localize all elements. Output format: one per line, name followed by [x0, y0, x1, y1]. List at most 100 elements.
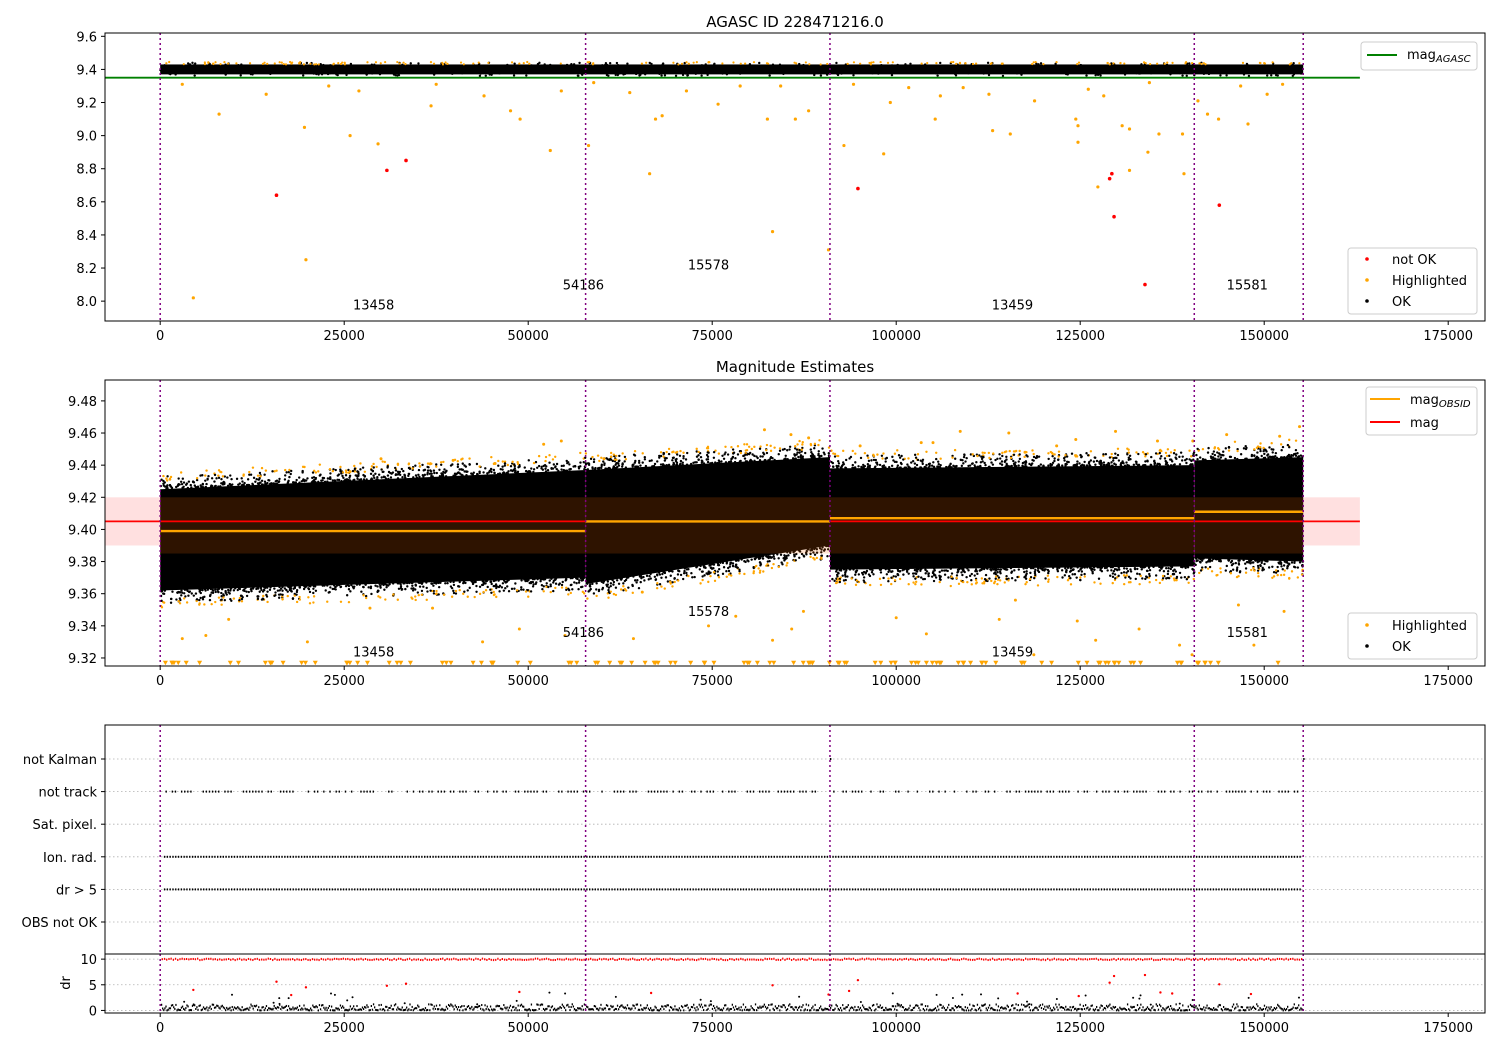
highlighted-point — [548, 148, 552, 153]
flag-point — [815, 855, 817, 858]
flag-point — [1072, 855, 1075, 858]
ok-point — [882, 65, 885, 69]
ok-point — [520, 586, 523, 589]
flag-point — [289, 790, 291, 793]
ok-point — [991, 463, 995, 466]
ok-point — [876, 463, 879, 466]
ok-point — [895, 70, 898, 73]
ok-point — [170, 486, 174, 490]
ok-point — [1242, 558, 1245, 562]
ok-point — [914, 466, 917, 469]
ok-point — [349, 590, 352, 593]
flag-point — [689, 855, 692, 858]
ok-point — [705, 458, 708, 461]
flag-point — [949, 855, 952, 858]
highlighted-point — [1219, 571, 1222, 574]
ok-point — [1174, 456, 1177, 459]
flag-point — [1078, 855, 1080, 858]
ok-point — [647, 578, 650, 581]
ok-point — [649, 572, 652, 576]
flag-point — [485, 855, 487, 858]
ok-point — [388, 583, 391, 586]
flag-point — [619, 855, 622, 858]
ok-point — [1236, 457, 1239, 461]
ok-point — [1219, 456, 1223, 459]
ok-point — [1283, 455, 1286, 459]
flag-point — [289, 855, 292, 858]
ok-point — [782, 72, 785, 76]
ok-point — [748, 459, 752, 463]
ok-point — [430, 582, 433, 585]
highlighted-point — [762, 570, 765, 573]
ok-point — [659, 454, 663, 458]
ok-point — [644, 70, 648, 74]
ok-point — [429, 589, 432, 592]
highlighted-point — [1158, 581, 1162, 585]
ok-point — [500, 586, 504, 589]
flag-point — [191, 888, 194, 891]
highlighted-point — [235, 62, 238, 65]
highlighted-point — [1263, 62, 1267, 65]
ok-point — [769, 69, 772, 73]
ok-point — [1058, 566, 1061, 569]
ok-point — [620, 66, 623, 69]
flag-point — [1068, 790, 1070, 793]
ok-point — [788, 445, 792, 448]
ok-point — [1246, 63, 1249, 66]
flag-point — [672, 790, 674, 793]
ok-point — [232, 589, 236, 592]
flag-point — [530, 790, 532, 793]
ok-point — [996, 65, 1000, 69]
ok-point — [722, 64, 725, 68]
ok-point — [672, 456, 675, 459]
flag-point — [1256, 790, 1259, 793]
ok-point — [554, 582, 558, 585]
highlighted-point — [1180, 132, 1185, 136]
ok-point — [525, 74, 528, 77]
flag-point — [186, 888, 188, 891]
flag-point — [1157, 790, 1160, 793]
flag-point — [406, 790, 409, 793]
obsid-label: 54186 — [563, 279, 604, 294]
ok-point — [777, 557, 780, 560]
flag-point — [1058, 855, 1061, 858]
ok-point — [799, 64, 803, 67]
flag-point — [242, 888, 244, 891]
highlighted-point — [695, 61, 698, 64]
flag-point — [700, 855, 703, 858]
flag-point — [272, 888, 275, 891]
highlighted-point — [673, 580, 676, 584]
obsid-label: 54186 — [563, 626, 604, 641]
ok-point — [167, 72, 171, 75]
flag-point — [477, 855, 479, 858]
ok-point — [347, 479, 350, 482]
flag-point — [418, 790, 421, 793]
flag-point — [974, 855, 977, 858]
highlighted-point — [619, 588, 623, 591]
flag-point — [1181, 855, 1184, 858]
ok-point — [538, 61, 541, 65]
highlighted-point — [1206, 567, 1210, 570]
ok-point — [698, 568, 702, 571]
ok-point — [199, 596, 202, 600]
x-tick-label: 25000 — [324, 329, 365, 344]
highlighted-point — [363, 470, 367, 474]
highlighted-point — [1114, 429, 1118, 433]
flag-point — [421, 888, 423, 891]
ok-point — [452, 589, 455, 593]
ok-point — [1281, 445, 1285, 449]
ok-point — [257, 65, 260, 68]
ok-point — [1291, 74, 1295, 78]
ok-point — [334, 585, 337, 589]
highlighted-point — [290, 62, 293, 65]
ok-point — [209, 587, 212, 591]
ok-point — [531, 585, 535, 588]
highlighted-point — [920, 583, 923, 586]
ok-point — [743, 560, 746, 563]
highlighted-point — [846, 62, 849, 66]
ok-point — [887, 465, 891, 469]
flag-point — [1022, 855, 1024, 858]
ok-point — [1089, 459, 1093, 462]
ok-point — [173, 68, 177, 71]
flag-point — [443, 888, 445, 891]
